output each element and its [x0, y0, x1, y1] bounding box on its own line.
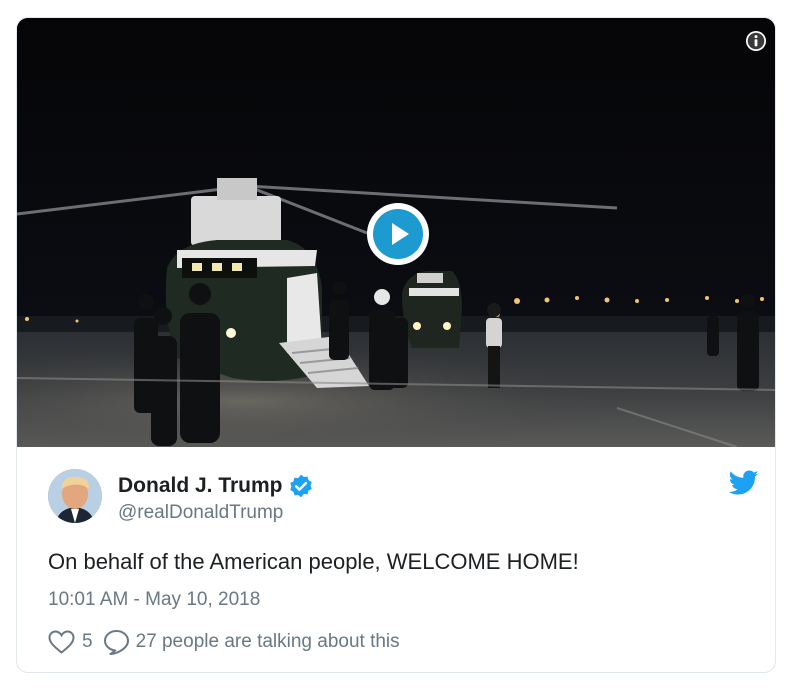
like-count: 5: [82, 631, 93, 652]
conversation-text: 27 people are talking about this: [135, 631, 400, 652]
author-handle[interactable]: @realDonaldTrump: [118, 502, 283, 524]
verified-badge-icon: [289, 474, 312, 498]
tweet-text: On behalf of the American people, WELCOM…: [48, 549, 579, 574]
name-row: Donald J. Trump: [118, 473, 314, 499]
speech-bubble-icon: [103, 630, 129, 655]
conversation-link[interactable]: 27 people are talking about this: [103, 629, 400, 655]
tweet-author: Donald J. Trump @realDonaldTrump: [48, 469, 748, 529]
like-button[interactable]: 5: [48, 630, 93, 654]
info-icon[interactable]: [745, 30, 767, 52]
play-button[interactable]: [367, 203, 429, 265]
avatar-image: [48, 469, 102, 523]
twitter-bird-icon[interactable]: [729, 470, 759, 496]
tweet-timestamp[interactable]: 10:01 AM - May 10, 2018: [48, 589, 260, 611]
video-player[interactable]: [17, 18, 775, 447]
heart-icon: [48, 630, 75, 654]
avatar[interactable]: [48, 469, 102, 523]
author-display-name[interactable]: Donald J. Trump: [118, 474, 283, 498]
embedded-tweet-card: Donald J. Trump @realDonaldTrump On beha…: [16, 17, 776, 673]
tweet-actions: 5 27 people are talking about this: [48, 628, 400, 656]
play-icon: [373, 209, 423, 259]
